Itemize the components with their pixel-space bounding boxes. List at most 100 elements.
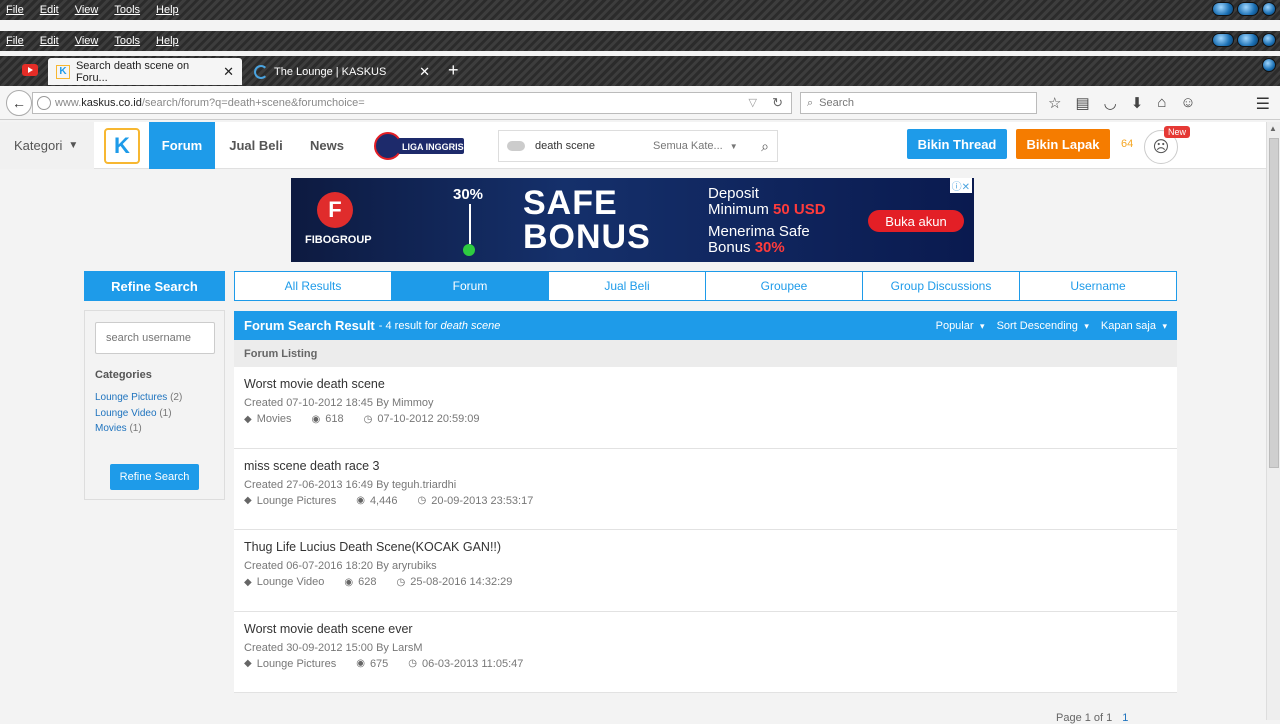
thread-title-link[interactable]: miss scene death race 3 [244, 459, 1167, 473]
maximize-icon[interactable] [1237, 33, 1259, 47]
nav-jual-beli[interactable]: Jual Beli [222, 122, 290, 169]
tab-jual-beli[interactable]: Jual Beli [549, 272, 706, 300]
menu-view[interactable]: View [75, 4, 99, 16]
thread-category[interactable]: Lounge Pictures [257, 658, 337, 670]
category-item[interactable]: Lounge Video (1) [95, 406, 182, 422]
globe-icon [37, 96, 51, 110]
menu-view-2[interactable]: View [75, 35, 99, 47]
chat-icon[interactable]: ☺ [1180, 94, 1195, 112]
nav-forum[interactable]: Forum [149, 122, 215, 169]
list-item: Worst movie death scene Created 07-10-20… [234, 367, 1177, 449]
scroll-up-icon[interactable]: ▲ [1269, 124, 1277, 133]
menu-tools-2[interactable]: Tools [114, 35, 140, 47]
thread-meta: ◆ Lounge Pictures ◉ 4,446 ◷ 20-09-2013 23:5… [244, 495, 1167, 507]
tab-close-icon[interactable]: ✕ [419, 64, 430, 80]
menubar-top: File Edit View Tools Help [0, 0, 1280, 20]
menu-edit-2[interactable]: Edit [40, 35, 59, 47]
notification-count[interactable]: 64 [1121, 138, 1133, 150]
close-window-icon[interactable] [1262, 2, 1276, 16]
menu-hamburger-icon[interactable]: ☰ [1256, 94, 1270, 114]
liga-inggris-logo[interactable]: LIGA INGGRIS [374, 131, 466, 161]
category-count: (1) [129, 423, 142, 434]
thread-category[interactable]: Lounge Video [257, 576, 325, 588]
thread-title-link[interactable]: Worst movie death scene [244, 377, 1167, 391]
list-item: miss scene death race 3 Created 27-06-20… [234, 448, 1177, 530]
new-tab-button[interactable]: + [448, 60, 459, 81]
ad-headline: SAFE BONUS [523, 186, 651, 254]
refine-sidebar: Categories Lounge Pictures (2) Lounge Vi… [84, 310, 225, 500]
menu-help[interactable]: Help [156, 4, 179, 16]
sort-popular-dropdown[interactable]: Popular [936, 320, 985, 332]
thread-views: 675 [369, 657, 389, 670]
category-item[interactable]: Lounge Pictures (2) [95, 390, 182, 406]
menu-help-2[interactable]: Help [156, 35, 179, 47]
username-search-input[interactable] [95, 322, 215, 354]
youtube-pinned-tab-icon[interactable] [22, 64, 38, 76]
thread-category[interactable]: Lounge Pictures [257, 495, 337, 507]
window-controls-2 [1212, 33, 1276, 47]
list-item: Worst movie death scene ever Created 30-… [234, 611, 1177, 693]
home-icon[interactable]: ⌂ [1157, 94, 1166, 112]
reading-list-icon[interactable]: ▤ [1075, 94, 1089, 112]
reload-icon[interactable]: ↻ [772, 95, 783, 111]
nav-news[interactable]: News [300, 122, 354, 169]
thread-title-link[interactable]: Thug Life Lucius Death Scene(KOCAK GAN!!… [244, 540, 1167, 554]
fibogroup-logo: F FIBOGROUP [305, 192, 372, 246]
browser-search-bar[interactable]: ⌕ Search [800, 92, 1037, 114]
menu-tools[interactable]: Tools [114, 4, 140, 16]
tab-forum[interactable]: Forum [392, 272, 549, 300]
buka-akun-button[interactable]: Buka akun [868, 210, 964, 232]
search-category-select[interactable]: Semua Kate... ▼ [653, 140, 738, 152]
category-link[interactable]: Lounge Pictures [95, 392, 167, 403]
url-dropdown-icon[interactable]: ▽ [749, 96, 757, 109]
page-scrollbar[interactable]: ▲ [1266, 122, 1280, 720]
tab-username[interactable]: Username [1020, 272, 1176, 300]
bookmark-star-icon[interactable]: ☆ [1048, 94, 1061, 112]
thread-created: Created 27-06-2013 16:49 By teguh.triard… [244, 478, 457, 491]
page-link-current[interactable]: 1 [1122, 712, 1128, 724]
category-item[interactable]: Movies (1) [95, 421, 182, 437]
menu-edit[interactable]: Edit [40, 4, 59, 16]
sort-time-dropdown[interactable]: Kapan saja [1101, 320, 1167, 332]
window-controls [1212, 2, 1276, 16]
back-button[interactable]: ← [6, 90, 32, 116]
scrollbar-thumb[interactable] [1269, 138, 1279, 468]
tab-groupee[interactable]: Groupee [706, 272, 863, 300]
refine-search-button[interactable]: Refine Search [110, 464, 199, 490]
menu-file[interactable]: File [6, 4, 24, 16]
tab-group-discussions[interactable]: Group Discussions [863, 272, 1020, 300]
download-icon[interactable]: ⬇ [1131, 94, 1144, 112]
bikin-thread-button[interactable]: Bikin Thread [907, 129, 1007, 159]
user-face-icon: ☹ [1152, 139, 1170, 156]
thread-created: Created 07-10-2012 18:45 By Mimmoy [244, 397, 434, 409]
url-bar[interactable]: www. kaskus.co.id/search/forum?q=death+sc… [32, 92, 792, 114]
tab-close-icon[interactable]: ✕ [223, 64, 234, 80]
maximize-icon[interactable] [1237, 2, 1259, 16]
tab-all-results[interactable]: All Results [235, 272, 392, 300]
category-link[interactable]: Lounge Video [95, 408, 157, 419]
sort-order-dropdown[interactable]: Sort Descending [997, 320, 1089, 332]
minimize-icon[interactable] [1212, 33, 1234, 47]
site-search-box[interactable]: death scene Semua Kate... ▼ ⌕ [498, 130, 778, 162]
thread-category[interactable]: Movies [257, 413, 292, 425]
kaskus-logo[interactable]: K [104, 128, 140, 164]
menubar-second: File Edit View Tools Help [0, 31, 1280, 51]
kategori-dropdown[interactable]: Kategori ▼ [0, 122, 94, 169]
search-icon[interactable]: ⌕ [761, 138, 769, 155]
ad-banner[interactable]: F FIBOGROUP 30% SAFE BONUS Deposit Minim… [291, 178, 974, 262]
thread-created: Created 06-07-2016 18:20 By aryrubiks [244, 560, 437, 572]
close-window-icon[interactable] [1262, 33, 1276, 47]
category-link[interactable]: Movies [95, 423, 127, 434]
pocket-icon[interactable]: ◡ [1104, 94, 1117, 112]
result-type-tabs: All Results Forum Jual Beli Groupee Grou… [234, 271, 1177, 301]
url-prefix: www. [55, 97, 82, 109]
tab-the-lounge[interactable]: The Lounge | KASKUS ✕ [246, 58, 438, 85]
ad-close-icon[interactable]: ⓘ✕ [949, 178, 972, 193]
eye-icon: ◉ [356, 658, 365, 669]
menu-file-2[interactable]: File [6, 35, 24, 47]
thread-title-link[interactable]: Worst movie death scene ever [244, 622, 1167, 636]
tab-search-results[interactable]: K Search death scene on Foru... ✕ [48, 58, 242, 85]
bikin-lapak-button[interactable]: Bikin Lapak [1016, 129, 1110, 159]
minimize-icon[interactable] [1212, 2, 1234, 16]
tabstrip-orb-icon [1262, 58, 1276, 72]
